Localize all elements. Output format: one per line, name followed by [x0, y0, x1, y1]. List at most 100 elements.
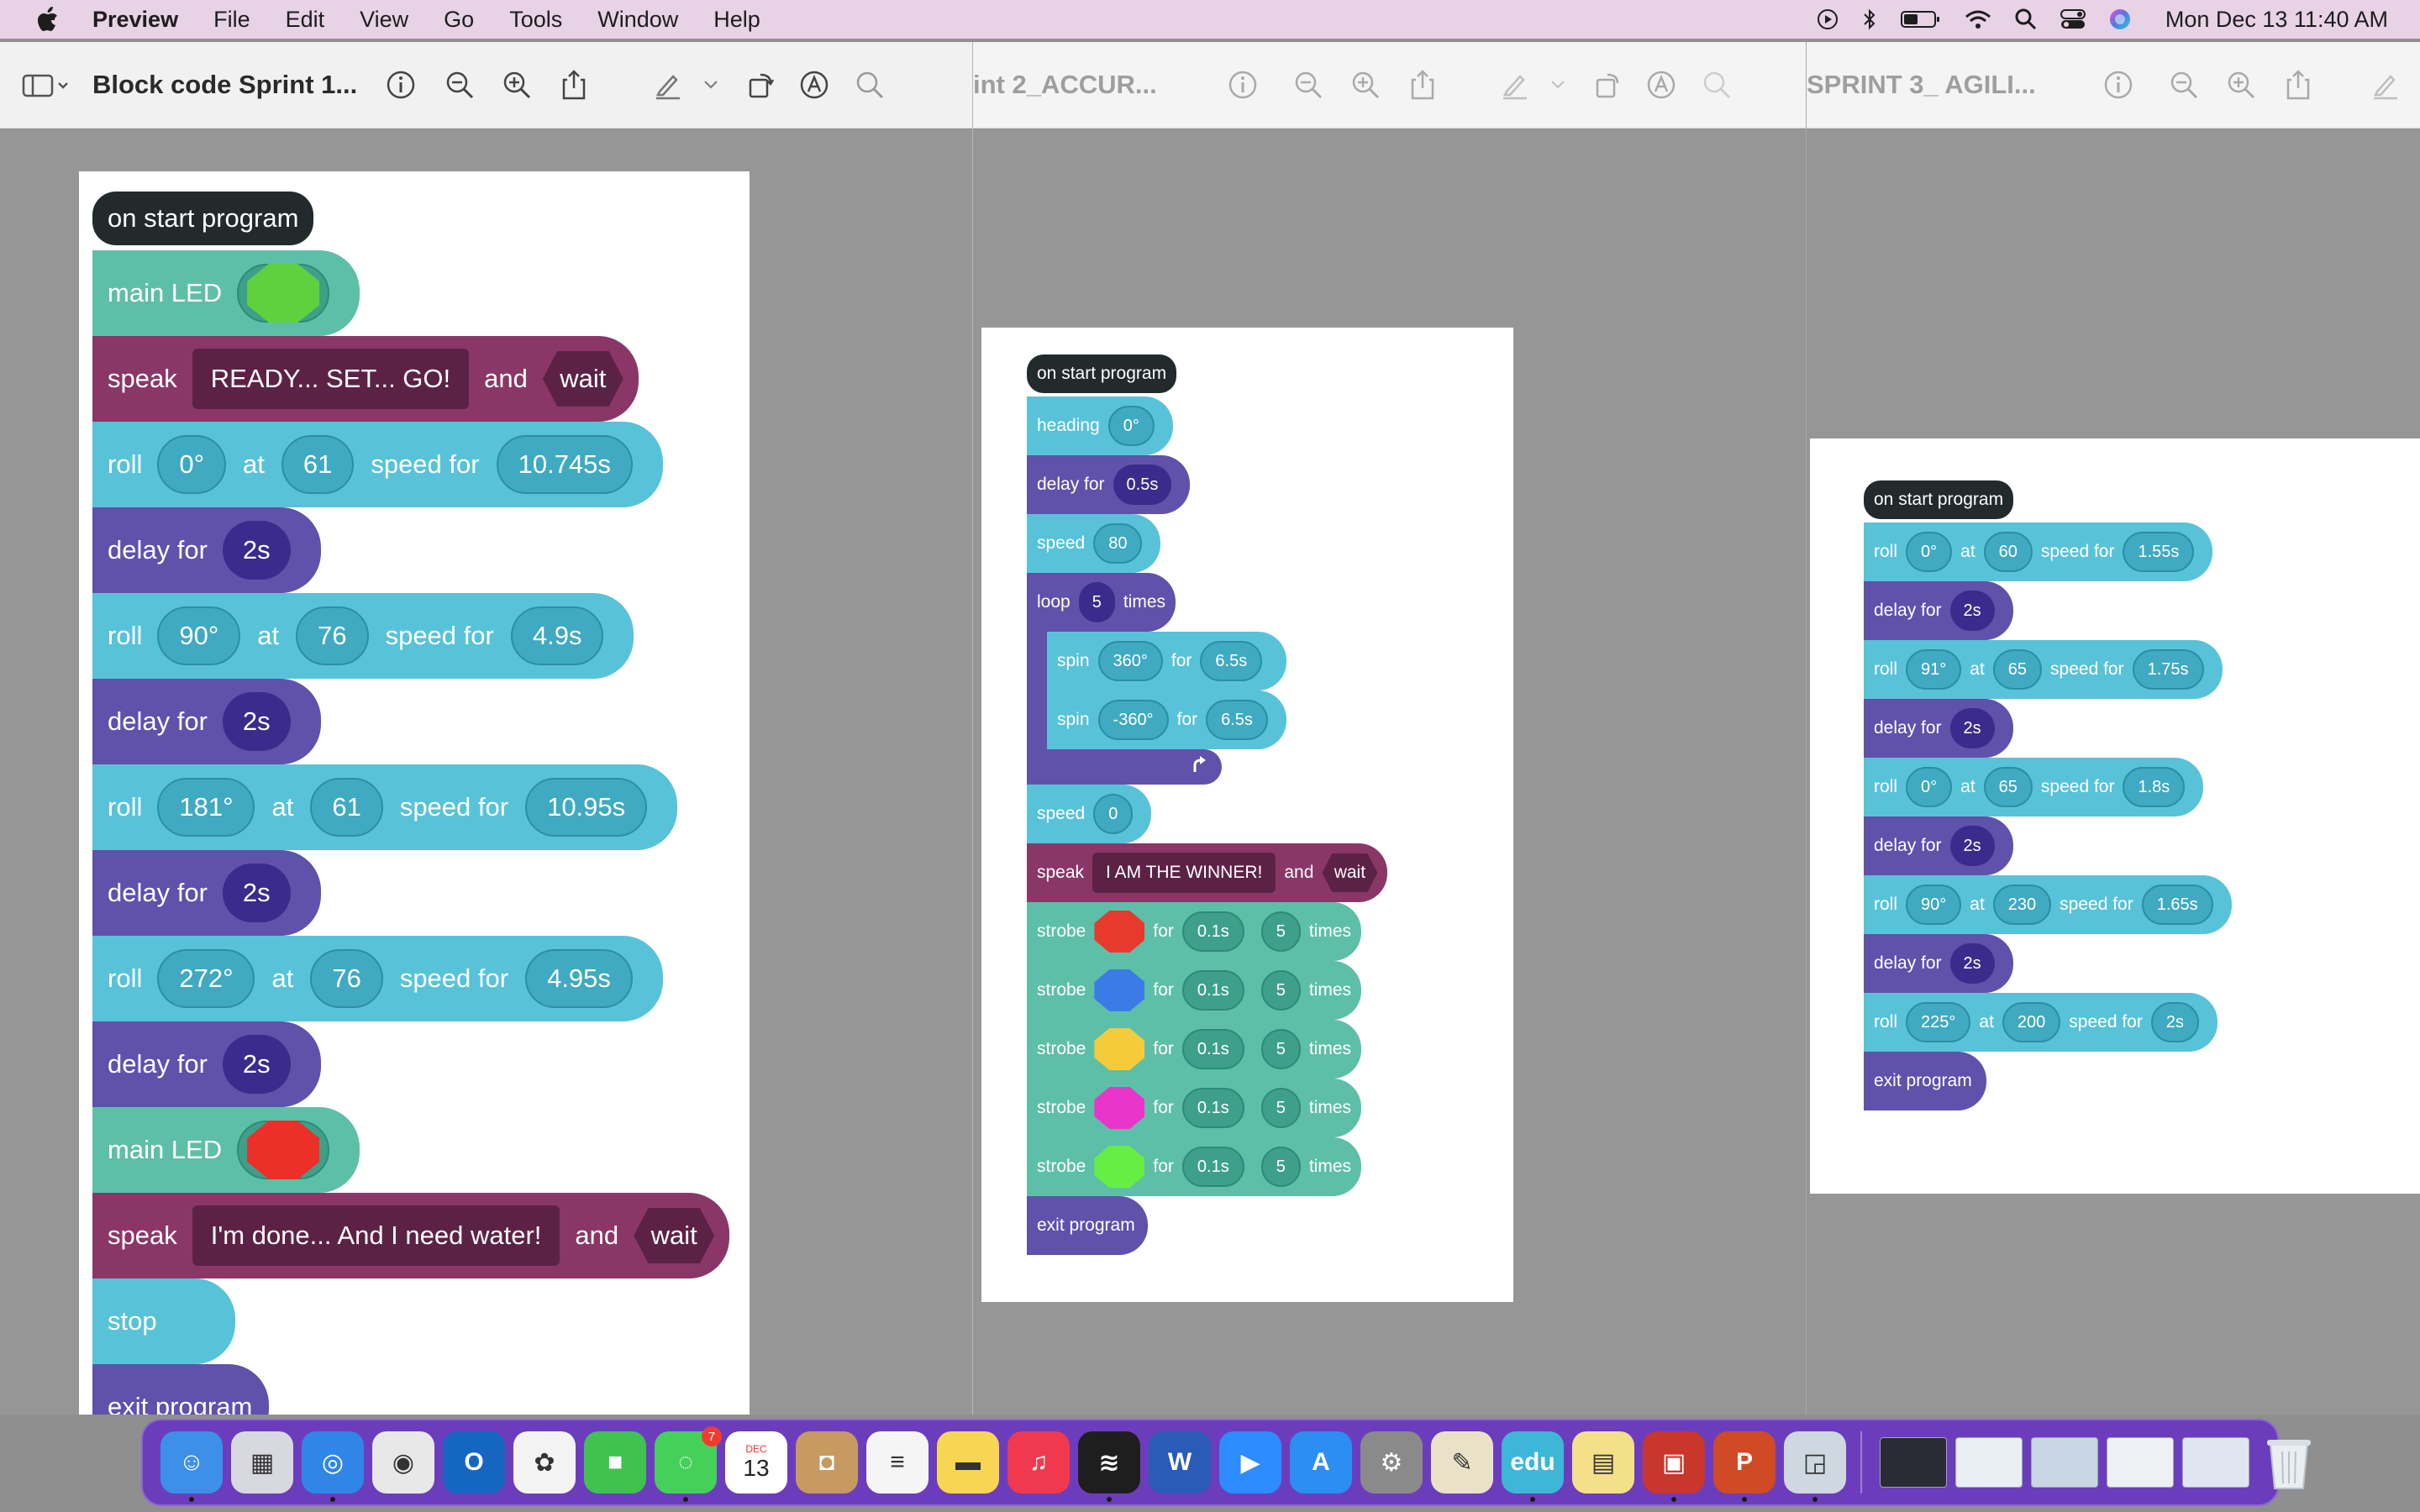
wait-toggle[interactable]: wait: [1322, 853, 1378, 892]
annotate-icon[interactable]: [796, 66, 833, 103]
strobe-count-input[interactable]: 5: [1260, 1088, 1301, 1128]
delay-input[interactable]: 2s: [222, 1035, 291, 1094]
roll-block[interactable]: roll 225° at 200 speed for 2s: [1864, 993, 2217, 1052]
led-color-picker[interactable]: [237, 264, 330, 323]
info-icon[interactable]: [2100, 66, 2137, 103]
dock-recent-document-3[interactable]: [2031, 1437, 2098, 1488]
delay-input[interactable]: 2s: [1949, 708, 1995, 748]
strobe-block[interactable]: strobe for 0.1s 5 times: [1027, 1079, 1362, 1137]
heading-input[interactable]: 0°: [1906, 532, 1953, 572]
dock-powerpoint-icon[interactable]: P: [1713, 1431, 1776, 1502]
strobe-color-swatch[interactable]: [1094, 1146, 1145, 1188]
delay-block[interactable]: delay for 2s: [92, 1021, 321, 1107]
dock-music-icon[interactable]: ♫: [1007, 1431, 1070, 1494]
strobe-color-swatch[interactable]: [1094, 1028, 1145, 1070]
delay-block[interactable]: delay for 2s: [1864, 816, 2013, 875]
on-start-block[interactable]: on start program: [92, 192, 314, 245]
loop-block[interactable]: loop 5 times: [1027, 573, 1176, 632]
share-icon[interactable]: [2280, 66, 2317, 103]
roll-block[interactable]: roll 0° at 60 speed for 1.55s: [1864, 522, 2213, 581]
heading-input[interactable]: 181°: [157, 778, 255, 837]
strobe-block[interactable]: strobe for 0.1s 5 times: [1027, 1137, 1362, 1196]
rotate-icon[interactable]: [742, 66, 779, 103]
battery-icon[interactable]: [1900, 8, 1942, 30]
speed-input[interactable]: 61: [310, 778, 383, 837]
speed-input[interactable]: 200: [2002, 1002, 2061, 1042]
duration-input[interactable]: 10.745s: [496, 435, 633, 494]
delay-block[interactable]: delay for 0.5s: [1027, 455, 1191, 514]
speed-input[interactable]: 65: [1983, 767, 2033, 807]
strobe-count-input[interactable]: 5: [1260, 970, 1301, 1011]
zoom-out-icon[interactable]: [1290, 66, 1327, 103]
strobe-color-swatch[interactable]: [1094, 969, 1145, 1011]
roll-block[interactable]: roll 0° at 61 speed for 10.745s: [92, 422, 663, 507]
dock-reminders-icon[interactable]: ≡: [866, 1431, 929, 1494]
duration-input[interactable]: 10.95s: [525, 778, 648, 837]
speak-text-field[interactable]: I AM THE WINNER!: [1092, 853, 1276, 893]
dock-contacts-icon[interactable]: ◘: [796, 1431, 858, 1494]
delay-block[interactable]: delay for 2s: [1864, 581, 2013, 640]
speed-input[interactable]: 65: [1992, 649, 2043, 690]
roll-block[interactable]: roll 90° at 76 speed for 4.9s: [92, 593, 634, 679]
roll-block[interactable]: roll 0° at 65 speed for 1.8s: [1864, 758, 2204, 816]
apple-menu-icon[interactable]: [32, 3, 64, 35]
media-play-icon[interactable]: [1816, 8, 1839, 31]
strobe-count-input[interactable]: 5: [1260, 1029, 1301, 1069]
dock-system-preferences-icon[interactable]: ⚙: [1360, 1431, 1423, 1494]
speed-input[interactable]: 76: [296, 606, 369, 665]
spin-duration-input[interactable]: 6.5s: [1200, 641, 1263, 681]
strobe-block[interactable]: strobe for 0.1s 5 times: [1027, 902, 1362, 961]
heading-block[interactable]: heading 0°: [1027, 396, 1173, 455]
strobe-count-input[interactable]: 5: [1260, 911, 1301, 952]
dock-photo-booth-icon[interactable]: ▣: [1643, 1431, 1705, 1502]
speed-input[interactable]: 0: [1093, 794, 1134, 834]
delay-block[interactable]: delay for 2s: [1864, 699, 2013, 758]
on-start-block[interactable]: on start program: [1027, 354, 1177, 393]
dock-outlook-icon[interactable]: O: [443, 1431, 505, 1494]
strobe-color-swatch[interactable]: [1094, 911, 1145, 953]
strobe-duration-input[interactable]: 0.1s: [1181, 1147, 1244, 1187]
dock-preview-icon[interactable]: ◲: [1784, 1431, 1846, 1502]
duration-input[interactable]: 1.75s: [2132, 649, 2204, 690]
dock-edblocks-icon[interactable]: edu: [1502, 1431, 1564, 1502]
delay-input[interactable]: 2s: [222, 521, 291, 580]
heading-input[interactable]: 90°: [157, 606, 241, 665]
heading-input[interactable]: 90°: [1906, 885, 1962, 925]
dock-launchpad-icon[interactable]: ▦: [231, 1431, 293, 1494]
dock-spotify-icon[interactable]: ≋: [1078, 1431, 1140, 1502]
bluetooth-icon[interactable]: [1861, 7, 1878, 32]
delay-input[interactable]: 2s: [1949, 826, 1995, 866]
strobe-duration-input[interactable]: 0.1s: [1181, 911, 1244, 952]
info-icon[interactable]: [382, 66, 419, 103]
markup-dropdown-chevron-icon[interactable]: [698, 66, 723, 103]
duration-input[interactable]: 1.8s: [2123, 767, 2186, 807]
main-led-block[interactable]: main LED: [92, 250, 360, 336]
strobe-duration-input[interactable]: 0.1s: [1181, 1029, 1244, 1069]
zoom-in-icon[interactable]: [498, 66, 535, 103]
heading-input[interactable]: 225°: [1906, 1002, 1971, 1042]
delay-input[interactable]: 0.5s: [1113, 465, 1172, 505]
exit-program-block[interactable]: exit program: [1027, 1196, 1148, 1255]
dock-python-icon[interactable]: ✎: [1431, 1431, 1493, 1494]
speed-block[interactable]: speed 0: [1027, 785, 1152, 843]
roll-block[interactable]: roll 181° at 61 speed for 10.95s: [92, 764, 678, 850]
dock-zoom-icon[interactable]: ▶: [1219, 1431, 1281, 1494]
markup-pen-icon[interactable]: [1497, 66, 1534, 103]
markup-dropdown-chevron-icon[interactable]: [1545, 66, 1570, 103]
info-icon[interactable]: [1224, 66, 1261, 103]
dock-messages-icon[interactable]: ◌ 7: [655, 1426, 722, 1502]
strobe-duration-input[interactable]: 0.1s: [1181, 970, 1244, 1011]
dock-recent-document-4[interactable]: [2107, 1437, 2174, 1488]
menu-window[interactable]: Window: [597, 7, 678, 33]
rotate-icon[interactable]: [1589, 66, 1626, 103]
speak-block[interactable]: speak I'm done... And I need water! and …: [92, 1193, 730, 1278]
dock-app-store-icon[interactable]: A: [1290, 1431, 1352, 1494]
delay-block[interactable]: delay for 2s: [92, 679, 321, 764]
menu-help[interactable]: Help: [713, 7, 760, 33]
speed-input[interactable]: 61: [281, 435, 355, 494]
loop-count-input[interactable]: 5: [1078, 582, 1115, 622]
roll-block[interactable]: roll 91° at 65 speed for 1.75s: [1864, 640, 2223, 699]
dock-chrome-icon[interactable]: ◉: [372, 1431, 434, 1494]
dock-notes-icon[interactable]: ▬: [937, 1431, 999, 1494]
strobe-duration-input[interactable]: 0.1s: [1181, 1088, 1244, 1128]
